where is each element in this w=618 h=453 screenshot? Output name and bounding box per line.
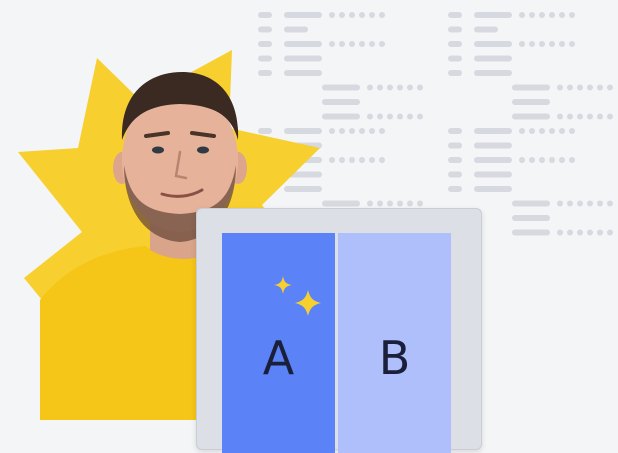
variant-b-panel[interactable]: B [338, 233, 451, 453]
variant-a-panel[interactable]: A [222, 233, 335, 453]
sparkle-icon [274, 276, 321, 316]
variant-b-label: B [378, 331, 411, 385]
ab-test-card: A B [196, 208, 482, 453]
variant-a-label: A [262, 331, 295, 385]
